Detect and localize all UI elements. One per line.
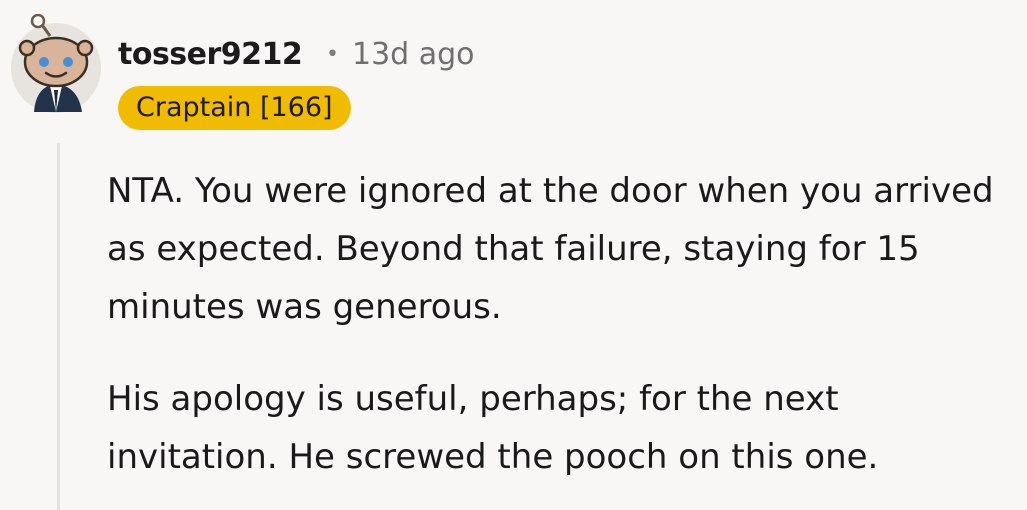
- user-avatar[interactable]: [10, 14, 106, 114]
- meta-separator: •: [326, 42, 339, 67]
- author-username[interactable]: tosser9212: [118, 36, 303, 74]
- comment-timestamp[interactable]: 13d ago: [352, 36, 475, 74]
- comment-paragraph: NTA. You were ignored at the door when y…: [107, 171, 994, 327]
- snoo-avatar-icon: [11, 14, 101, 113]
- comment-paragraph: His apology is useful, perhaps; for the …: [107, 379, 879, 477]
- thread-line[interactable]: [57, 143, 60, 510]
- user-flair-badge: Craptain [166]: [118, 86, 351, 130]
- comment-body: NTA. You were ignored at the door when y…: [107, 162, 1012, 510]
- comment: tosser9212 • 13d ago Craptain [166] NTA.…: [0, 0, 1027, 510]
